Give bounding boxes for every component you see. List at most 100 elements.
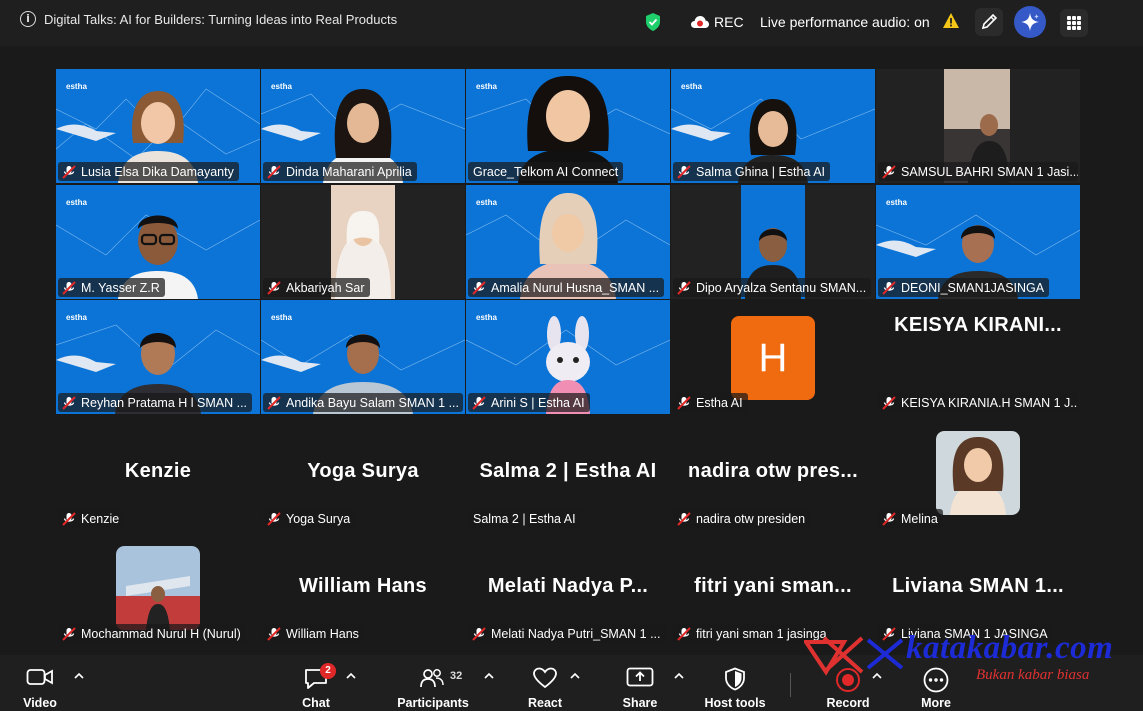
cloud-recording-icon[interactable] — [690, 15, 710, 29]
chat-options-chevron-icon[interactable] — [346, 672, 356, 680]
svg-text:estha: estha — [66, 198, 87, 207]
muted-mic-icon — [472, 395, 486, 410]
participant-display-name: Melati Nadya P... — [487, 575, 649, 597]
avatar: H — [731, 316, 815, 400]
participant-name: Kenzie — [81, 511, 120, 526]
muted-mic-icon — [472, 626, 486, 641]
participant-display-name: Liviana SMAN 1... — [892, 575, 1064, 597]
chat-unread-badge: 2 — [320, 663, 336, 679]
participant-tile[interactable]: nadira otw pres... nadira otw presiden — [671, 416, 875, 530]
participant-name: Melina — [901, 511, 938, 526]
participant-display-name: Salma 2 | Estha AI — [479, 460, 657, 482]
muted-mic-icon — [62, 626, 76, 641]
participant-name: SAMSUL BAHRI SMAN 1 Jasi... — [901, 164, 1078, 179]
video-gallery: estha Lusia Elsa Dika Damayanty estha Di… — [56, 69, 1080, 646]
participant-tile[interactable]: Akbariyah Sar — [261, 185, 465, 299]
svg-text:estha: estha — [271, 313, 292, 322]
participant-name: Dipo Aryalza Sentanu SMAN... — [696, 280, 867, 295]
annotate-button[interactable] — [975, 8, 1003, 36]
participant-display-name: William Hans — [299, 575, 427, 597]
participant-name: Grace_Telkom AI Connect — [473, 164, 619, 179]
video-camera-icon — [26, 669, 53, 685]
svg-text:estha: estha — [476, 198, 497, 207]
participant-tile[interactable]: estha Andika Bayu Salam SMAN 1 ... — [261, 300, 465, 414]
participant-name: KEISYA KIRANIA.H SMAN 1 J... — [901, 395, 1078, 410]
participant-name: Dinda Maharani Aprilia — [286, 164, 412, 179]
participants-button[interactable]: 32 Participants — [392, 655, 474, 711]
participant-name: Estha AI — [696, 395, 743, 410]
chat-button[interactable]: 2 Chat — [292, 655, 340, 711]
participant-name-tag: SAMSUL BAHRI SMAN 1 Jasi... — [878, 162, 1078, 181]
react-options-chevron-icon[interactable] — [570, 672, 580, 680]
muted-mic-icon — [677, 395, 691, 410]
participants-options-chevron-icon[interactable] — [484, 672, 494, 680]
participant-name: DEONI_SMAN1JASINGA — [901, 280, 1045, 295]
participant-name: Lusia Elsa Dika Damayanty — [81, 164, 234, 179]
participant-name-tag: DEONI_SMAN1JASINGA — [878, 278, 1050, 297]
participant-name: nadira otw presiden — [696, 511, 806, 526]
muted-mic-icon — [882, 164, 896, 179]
react-button[interactable]: React — [520, 655, 570, 711]
participant-tile[interactable]: estha Amalia Nurul Husna_SMAN ... — [466, 185, 670, 299]
participant-name-tag: M. Yasser Z.R — [58, 278, 165, 297]
muted-mic-icon — [62, 280, 76, 295]
participants-icon — [420, 669, 444, 688]
ai-companion-button[interactable] — [1014, 6, 1046, 38]
participant-name-tag: Yoga Surya — [263, 509, 356, 528]
participant-tile[interactable]: Mochammad Nurul H (Nurul) — [56, 531, 260, 645]
participant-name: Mochammad Nurul H (Nurul) — [81, 626, 241, 641]
grid-icon — [1067, 16, 1081, 30]
participant-tile[interactable]: William Hans William Hans — [261, 531, 465, 645]
participant-name: Akbariyah Sar — [286, 280, 365, 295]
active-speaker-tile[interactable]: estha Grace_Telkom AI Connect — [466, 69, 670, 183]
video-options-chevron-icon[interactable] — [74, 672, 84, 680]
participant-tile[interactable]: estha Dinda Maharani Aprilia — [261, 69, 465, 183]
participant-tile[interactable]: KEISYA KIRANI... KEISYA KIRANIA.H SMAN 1… — [876, 300, 1080, 414]
muted-mic-icon — [882, 280, 896, 295]
participant-display-name: Yoga Surya — [307, 460, 419, 482]
muted-mic-icon — [267, 164, 281, 179]
warning-icon[interactable] — [942, 12, 960, 29]
participant-tile[interactable]: Salma 2 | Estha AI Salma 2 | Estha AI — [466, 416, 670, 530]
participant-name-tag: Mochammad Nurul H (Nurul) — [58, 624, 246, 643]
muted-mic-icon — [677, 280, 691, 295]
participant-tile[interactable]: Kenzie Kenzie — [56, 416, 260, 530]
participant-tile[interactable]: H Estha AI — [671, 300, 875, 414]
participant-tile[interactable]: Melina — [876, 416, 1080, 530]
meeting-info-icon[interactable]: i — [20, 11, 36, 27]
participant-tile[interactable]: Yoga Surya Yoga Surya — [261, 416, 465, 530]
participant-display-name: nadira otw pres... — [688, 460, 858, 482]
muted-mic-icon — [677, 164, 691, 179]
audio-status[interactable]: Live performance audio: on — [760, 14, 930, 30]
participant-tile[interactable]: estha Salma Ghina | Estha AI — [671, 69, 875, 183]
participant-display-name: fitri yani sman... — [694, 575, 852, 597]
muted-mic-icon — [882, 511, 896, 526]
participant-tile[interactable]: estha M. Yasser Z.R — [56, 185, 260, 299]
apps-button[interactable] — [1060, 9, 1088, 37]
share-options-chevron-icon[interactable] — [674, 672, 684, 680]
participant-name: Arini S | Estha AI — [491, 395, 585, 410]
svg-text:estha: estha — [681, 82, 702, 91]
participant-tile[interactable]: estha Arini S | Estha AI — [466, 300, 670, 414]
participant-tile[interactable]: estha DEONI_SMAN1JASINGA — [876, 185, 1080, 299]
participant-name-tag: Melina — [878, 509, 943, 528]
watermark-tagline: Bukan kabar biasa — [976, 667, 1090, 683]
participant-tile[interactable]: Dipo Aryalza Sentanu SMAN... — [671, 185, 875, 299]
participant-name: Salma Ghina | Estha AI — [696, 164, 826, 179]
muted-mic-icon — [62, 395, 76, 410]
participant-name-tag: Dinda Maharani Aprilia — [263, 162, 417, 181]
participant-name: William Hans — [286, 626, 359, 641]
host-tools-button[interactable]: Host tools — [700, 655, 770, 711]
participant-tile[interactable]: estha Lusia Elsa Dika Damayanty — [56, 69, 260, 183]
share-button[interactable]: Share — [614, 655, 666, 711]
participant-tile[interactable]: Melati Nadya P... Melati Nadya Putri_SMA… — [466, 531, 670, 645]
svg-text:estha: estha — [476, 313, 497, 322]
encryption-shield-icon[interactable] — [645, 12, 661, 32]
video-button[interactable]: Video — [14, 655, 66, 711]
participant-tile[interactable]: SAMSUL BAHRI SMAN 1 Jasi... — [876, 69, 1080, 183]
muted-mic-icon — [472, 280, 486, 295]
participant-tile[interactable]: estha Reyhan Pratama H l SMAN ... — [56, 300, 260, 414]
watermark-text: katakabar.com — [906, 630, 1114, 666]
muted-mic-icon — [882, 395, 896, 410]
muted-mic-icon — [267, 280, 281, 295]
